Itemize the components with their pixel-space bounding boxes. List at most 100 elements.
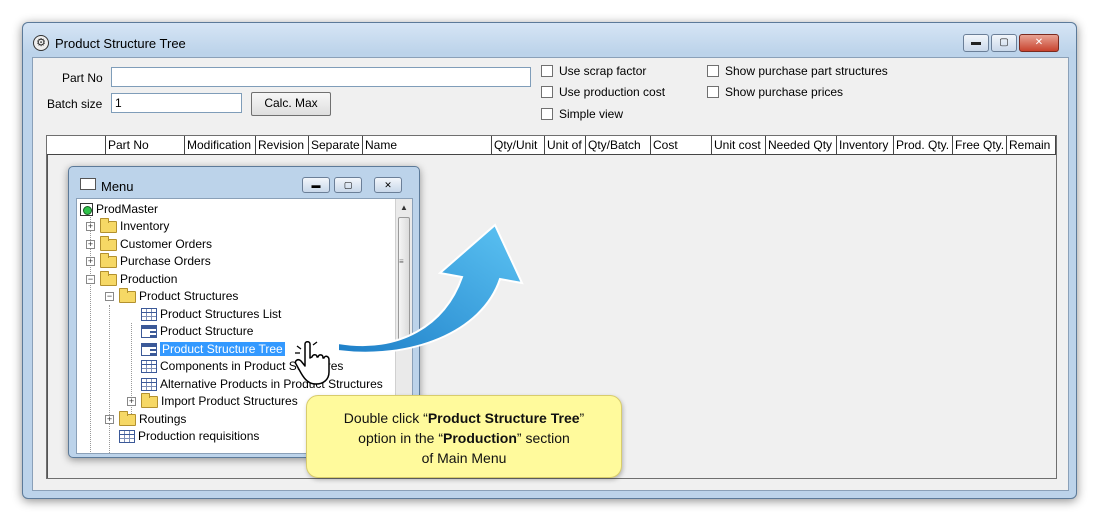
window-title: Product Structure Tree: [55, 36, 186, 51]
tree-item-label: Purchase Orders: [120, 254, 211, 268]
maximize-button[interactable]: ▢: [991, 34, 1017, 52]
tree-item-production-requisitions[interactable]: Production requisitions: [119, 428, 259, 445]
batch-size-label: Batch size: [47, 97, 103, 111]
grid-header: Part No Modification Revision Separate N…: [47, 136, 1056, 155]
calc-max-button[interactable]: Calc. Max: [251, 92, 331, 116]
curved-arrow-icon: [337, 223, 524, 354]
column-header-part-no[interactable]: Part No: [106, 136, 185, 155]
tree-item-inventory[interactable]: Inventory: [100, 218, 169, 235]
root-icon: [80, 203, 93, 216]
column-header-remain[interactable]: Remain: [1007, 136, 1056, 155]
simple-view-checkbox[interactable]: Simple view: [541, 107, 623, 123]
expand-import-product-structures-toggle[interactable]: +: [127, 397, 136, 406]
tree-item-label: Production requisitions: [138, 429, 260, 443]
tree-item-product-structures-list[interactable]: Product Structures List: [141, 306, 281, 323]
tree-item-label: Routings: [139, 412, 187, 426]
folder-icon: [100, 253, 117, 268]
column-header-qty-batch[interactable]: Qty/Batch: [586, 136, 651, 155]
structure-icon: [141, 343, 157, 356]
table-icon: [141, 308, 157, 321]
show-purchase-part-structures-checkbox[interactable]: Show purchase part structures: [707, 64, 888, 80]
callout-line-1: Double click “Product Structure Tree”: [343, 410, 585, 426]
app-gear-icon: ⚙: [33, 35, 49, 51]
column-header-cost[interactable]: Cost: [651, 136, 712, 155]
column-header-revision[interactable]: Revision: [256, 136, 309, 155]
menu-close-button[interactable]: ✕: [374, 177, 402, 193]
callout-line-2: option in the “Production” section: [358, 430, 570, 446]
tree-item-label: Customer Orders: [120, 237, 213, 251]
title-bar[interactable]: ⚙ Product Structure Tree ▬ ▢ ✕: [23, 23, 1076, 53]
folder-open-icon: [119, 288, 136, 303]
column-header-separate[interactable]: Separate: [309, 136, 363, 155]
instruction-callout: Double click “Product Structure Tree” op…: [306, 395, 622, 478]
tree-item-label-selected: Product Structure Tree: [160, 342, 285, 356]
checkbox-label: Use production cost: [559, 85, 666, 99]
expand-inventory-toggle[interactable]: +: [86, 222, 95, 231]
checkbox-label: Show purchase prices: [725, 85, 844, 99]
table-icon: [141, 360, 157, 373]
use-scrap-factor-checkbox[interactable]: Use scrap factor: [541, 64, 646, 80]
tree-item-customer-orders[interactable]: Customer Orders: [100, 236, 212, 253]
tree-item-product-structure[interactable]: Product Structure: [141, 323, 253, 340]
expand-customer-orders-toggle[interactable]: +: [86, 240, 95, 249]
batch-size-input[interactable]: 1: [111, 93, 242, 113]
checkbox-box[interactable]: [541, 86, 553, 98]
folder-icon: [100, 236, 117, 251]
column-header-unit-of[interactable]: Unit of: [545, 136, 586, 155]
tree-connector: [131, 323, 132, 422]
tree-item-label: Product Structures List: [160, 307, 282, 321]
column-header-modification[interactable]: Modification: [185, 136, 256, 155]
hand-cursor-icon: [294, 341, 330, 385]
tree-item-label: Product Structure: [160, 324, 254, 338]
tree-connector: [109, 305, 110, 453]
show-purchase-prices-checkbox[interactable]: Show purchase prices: [707, 85, 843, 101]
column-header-inventory[interactable]: Inventory: [837, 136, 894, 155]
tree-connector: [90, 217, 91, 453]
structure-icon: [141, 325, 157, 338]
column-header-qty-unit[interactable]: Qty/Unit: [492, 136, 545, 155]
use-production-cost-checkbox[interactable]: Use production cost: [541, 85, 665, 101]
menu-maximize-button[interactable]: ▢: [334, 177, 362, 193]
expand-routings-toggle[interactable]: +: [105, 415, 114, 424]
checkbox-label: Simple view: [559, 107, 624, 121]
tree-item-import-product-structures[interactable]: Import Product Structures: [141, 393, 298, 410]
column-header-needed-qty[interactable]: Needed Qty: [766, 136, 837, 155]
minimize-button[interactable]: ▬: [963, 34, 989, 52]
tree-item-production[interactable]: Production: [100, 271, 177, 288]
tree-item-label: Production: [120, 272, 178, 286]
menu-minimize-button[interactable]: ▬: [302, 177, 330, 193]
tree-item-label: ProdMaster: [96, 202, 159, 216]
tree-item-alternative-products[interactable]: Alternative Products in Product Structur…: [141, 376, 383, 393]
part-no-label: Part No: [62, 71, 103, 85]
folder-icon: [119, 411, 136, 426]
checkbox-box[interactable]: [707, 65, 719, 77]
tree-item-routings[interactable]: Routings: [119, 411, 186, 428]
column-header-free-qty[interactable]: Free Qty.: [953, 136, 1007, 155]
column-header-name[interactable]: Name: [363, 136, 492, 155]
column-header-unit-cost[interactable]: Unit cost: [712, 136, 766, 155]
tree-item-prodmaster[interactable]: ProdMaster: [80, 201, 158, 218]
menu-title: Menu: [101, 179, 134, 194]
tree-item-purchase-orders[interactable]: Purchase Orders: [100, 253, 211, 270]
column-header-selector[interactable]: [47, 136, 106, 155]
collapse-product-structures-toggle[interactable]: −: [105, 292, 114, 301]
part-no-input[interactable]: [111, 67, 531, 87]
checkbox-box[interactable]: [707, 86, 719, 98]
scroll-up-arrow-icon[interactable]: ▲: [400, 203, 408, 212]
tree-item-product-structure-tree[interactable]: Product Structure Tree: [141, 341, 285, 358]
table-icon: [119, 430, 135, 443]
tree-item-label: Product Structures: [139, 289, 239, 303]
callout-line-3: of Main Menu: [421, 450, 507, 466]
checkbox-box[interactable]: [541, 108, 553, 120]
expand-purchase-orders-toggle[interactable]: +: [86, 257, 95, 266]
folder-icon: [100, 218, 117, 233]
tree-item-product-structures[interactable]: Product Structures: [119, 288, 238, 305]
folder-icon: [141, 393, 158, 408]
table-icon: [141, 378, 157, 391]
close-button[interactable]: ✕: [1019, 34, 1059, 52]
column-header-prod-qty[interactable]: Prod. Qty.: [894, 136, 953, 155]
collapse-production-toggle[interactable]: −: [86, 275, 95, 284]
checkbox-box[interactable]: [541, 65, 553, 77]
tree-item-label: Import Product Structures: [161, 394, 298, 408]
folder-open-icon: [100, 271, 117, 286]
